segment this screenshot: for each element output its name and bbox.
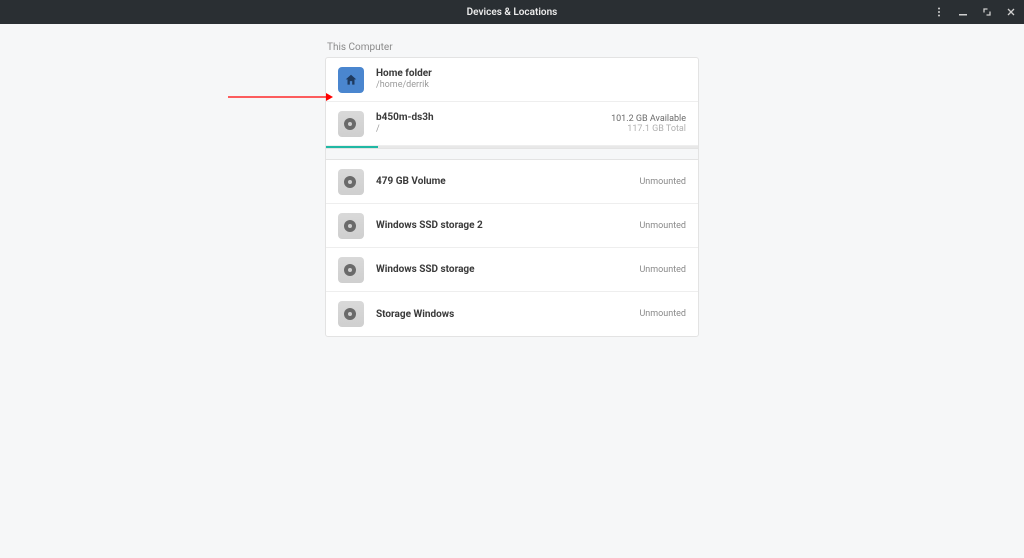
status-text: Unmounted — [639, 309, 686, 319]
status-text: Unmounted — [639, 265, 686, 275]
content: This Computer Home folder /home/derrik b… — [0, 24, 1024, 337]
row-title: b450m-ds3h — [376, 111, 611, 124]
disk-icon — [338, 111, 364, 137]
row-title: Home folder — [376, 67, 686, 80]
annotation-arrow — [228, 86, 333, 94]
row-title: Windows SSD storage — [376, 263, 639, 276]
row-sub: /home/derrik — [376, 80, 686, 92]
row-volume-windows-ssd-2[interactable]: Windows SSD storage 2 Unmounted — [326, 204, 698, 248]
window-title: Devices & Locations — [467, 7, 558, 18]
status-text: Unmounted — [639, 177, 686, 187]
row-title: 479 GB Volume — [376, 175, 639, 188]
row-volume-479gb[interactable]: 479 GB Volume Unmounted — [326, 160, 698, 204]
row-sub: / — [376, 124, 611, 136]
section-label: This Computer — [325, 42, 699, 53]
close-icon[interactable] — [1006, 7, 1016, 17]
row-title: Windows SSD storage 2 — [376, 219, 639, 232]
row-meta: Unmounted — [639, 309, 686, 319]
row-meta: Unmounted — [639, 177, 686, 187]
section-gap — [326, 148, 698, 160]
menu-icon[interactable] — [934, 7, 944, 17]
disk-icon — [338, 257, 364, 283]
row-volume-storage-windows[interactable]: Storage Windows Unmounted — [326, 292, 698, 336]
disk-icon — [338, 213, 364, 239]
home-folder-icon — [338, 67, 364, 93]
disk-icon — [338, 169, 364, 195]
minimize-icon[interactable] — [958, 7, 968, 17]
row-meta: Unmounted — [639, 221, 686, 231]
row-title: Storage Windows — [376, 308, 639, 321]
devices-panel: Home folder /home/derrik b450m-ds3h / 10… — [325, 57, 699, 337]
titlebar: Devices & Locations — [0, 0, 1024, 24]
maximize-icon[interactable] — [982, 7, 992, 17]
available-text: 101.2 GB Available — [611, 114, 686, 124]
total-text: 117.1 GB Total — [611, 124, 686, 134]
row-meta: 101.2 GB Available 117.1 GB Total — [611, 114, 686, 134]
row-volume-windows-ssd[interactable]: Windows SSD storage Unmounted — [326, 248, 698, 292]
row-meta: Unmounted — [639, 265, 686, 275]
row-home-folder[interactable]: Home folder /home/derrik — [326, 58, 698, 102]
row-root-volume[interactable]: b450m-ds3h / 101.2 GB Available 117.1 GB… — [326, 102, 698, 146]
status-text: Unmounted — [639, 221, 686, 231]
disk-icon — [338, 301, 364, 327]
